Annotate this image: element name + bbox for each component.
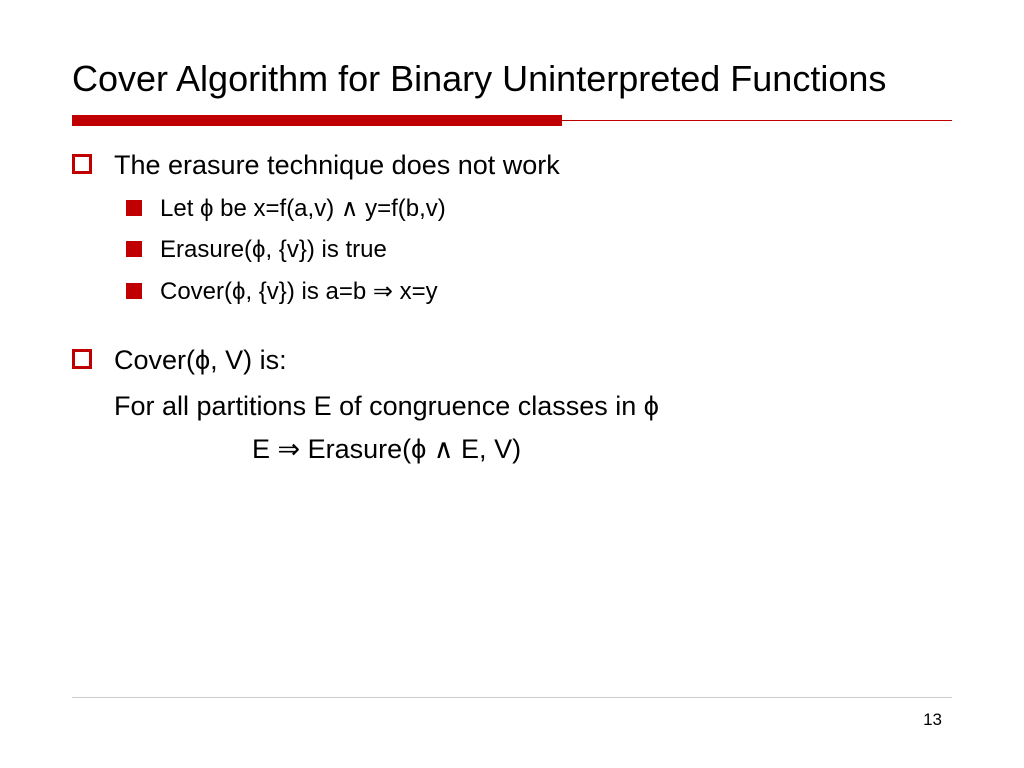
bullet-l2: Cover(ϕ, {v}) is a=b ⇒ x=y <box>72 276 952 308</box>
bullet-text: Erasure(ϕ, {v}) is true <box>160 234 387 266</box>
divider-thin <box>562 120 952 121</box>
bullet-l1: Cover(ϕ, V) is: <box>72 343 952 378</box>
bullet-l2: Let ϕ be x=f(a,v) ∧ y=f(b,v) <box>72 193 952 225</box>
slide: Cover Algorithm for Binary Uninterpreted… <box>0 0 1024 467</box>
filled-square-icon <box>126 241 142 257</box>
bullet-text: Let ϕ be x=f(a,v) ∧ y=f(b,v) <box>160 193 446 225</box>
footer-divider <box>72 697 952 698</box>
body-text: For all partitions E of congruence class… <box>72 388 952 424</box>
body-text: E ⇒ Erasure(ϕ ∧ E, V) <box>72 431 952 467</box>
page-number: 13 <box>923 710 942 730</box>
bullet-l2: Erasure(ϕ, {v}) is true <box>72 234 952 266</box>
hollow-square-icon <box>72 154 92 174</box>
bullet-text: Cover(ϕ, V) is: <box>114 343 287 378</box>
hollow-square-icon <box>72 349 92 369</box>
slide-content: The erasure technique does not work Let … <box>72 148 952 467</box>
bullet-text: Cover(ϕ, {v}) is a=b ⇒ x=y <box>160 276 438 308</box>
title-divider <box>72 115 952 126</box>
filled-square-icon <box>126 283 142 299</box>
slide-title: Cover Algorithm for Binary Uninterpreted… <box>72 56 952 101</box>
divider-thick <box>72 115 562 126</box>
bullet-l1: The erasure technique does not work <box>72 148 952 183</box>
bullet-text: The erasure technique does not work <box>114 148 560 183</box>
filled-square-icon <box>126 200 142 216</box>
